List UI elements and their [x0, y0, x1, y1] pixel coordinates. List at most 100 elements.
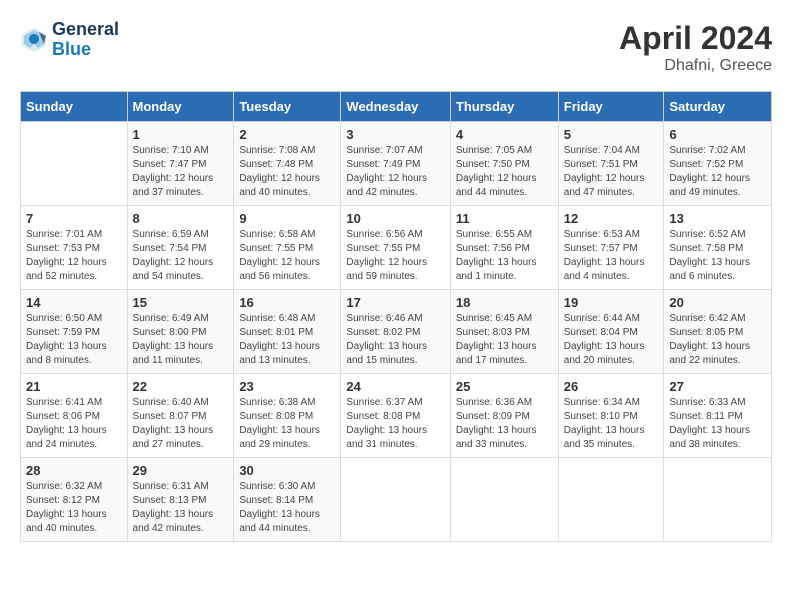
- day-header-row: SundayMondayTuesdayWednesdayThursdayFrid…: [21, 92, 772, 122]
- day-info: Sunrise: 6:37 AM Sunset: 8:08 PM Dayligh…: [346, 396, 444, 452]
- calendar-cell: 9Sunrise: 6:58 AM Sunset: 7:55 PM Daylig…: [234, 206, 341, 290]
- day-info: Sunrise: 6:44 AM Sunset: 8:04 PM Dayligh…: [564, 312, 659, 368]
- day-info: Sunrise: 6:30 AM Sunset: 8:14 PM Dayligh…: [239, 480, 335, 536]
- calendar-cell: 5 Sunrise: 7:04 AM Sunset: 7:51 PM Daylig…: [558, 122, 664, 206]
- day-number: 8: [133, 211, 229, 226]
- calendar-cell: [341, 458, 450, 542]
- day-number: 29: [133, 463, 229, 478]
- calendar-cell: 10 Sunrise: 6:56 AM Sunset: 7:55 PM Dayli…: [341, 206, 450, 290]
- day-number: 3: [346, 127, 444, 142]
- week-row-4: 21 Sunrise: 6:41 AM Sunset: 8:06 PM Dayli…: [21, 374, 772, 458]
- day-number: 22: [133, 379, 229, 394]
- day-info: Sunrise: 6:53 AM Sunset: 7:57 PM Dayligh…: [564, 228, 659, 284]
- calendar-cell: 4Sunrise: 7:05 AM Sunset: 7:50 PM Daylig…: [450, 122, 558, 206]
- day-info: Sunrise: 6:49 AM Sunset: 8:00 PM Dayligh…: [133, 312, 229, 368]
- title-block: April 2024 Dhafni, Greece: [619, 20, 772, 75]
- calendar-cell: 21 Sunrise: 6:41 AM Sunset: 8:06 PM Dayli…: [21, 374, 128, 458]
- day-info: Sunrise: 6:40 AM Sunset: 8:07 PM Dayligh…: [133, 396, 229, 452]
- logo-text: General Blue: [52, 20, 119, 60]
- day-number: 30: [239, 463, 335, 478]
- week-row-1: 1 Sunrise: 7:10 AM Sunset: 7:47 PM Daylig…: [21, 122, 772, 206]
- calendar-cell: [21, 122, 128, 206]
- day-number: 17: [346, 295, 444, 310]
- day-number: 1: [133, 127, 229, 142]
- day-header-friday: Friday: [558, 92, 664, 122]
- day-info: Sunrise: 6:56 AM Sunset: 7:55 PM Dayligh…: [346, 228, 444, 284]
- day-info: Sunrise: 7:02 AM Sunset: 7:52 PM Dayligh…: [669, 144, 766, 200]
- calendar-cell: 2 Sunrise: 7:08 AM Sunset: 7:48 PM Daylig…: [234, 122, 341, 206]
- day-header-tuesday: Tuesday: [234, 92, 341, 122]
- logo-icon: [20, 26, 48, 54]
- day-info: Sunrise: 6:50 AM Sunset: 7:59 PM Dayligh…: [26, 312, 122, 368]
- day-number: 23: [239, 379, 335, 394]
- day-info: Sunrise: 7:04 AM Sunset: 7:51 PM Dayligh…: [564, 144, 659, 200]
- day-info: Sunrise: 6:59 AM Sunset: 7:54 PM Dayligh…: [133, 228, 229, 284]
- day-number: 25: [456, 379, 553, 394]
- day-number: 18: [456, 295, 553, 310]
- day-info: Sunrise: 6:41 AM Sunset: 8:06 PM Dayligh…: [26, 396, 122, 452]
- page-header: General Blue April 2024 Dhafni, Greece: [20, 20, 772, 75]
- day-info: Sunrise: 7:05 AM Sunset: 7:50 PM Dayligh…: [456, 144, 553, 200]
- day-number: 15: [133, 295, 229, 310]
- week-row-2: 7Sunrise: 7:01 AM Sunset: 7:53 PM Daylig…: [21, 206, 772, 290]
- day-number: 2: [239, 127, 335, 142]
- calendar-cell: 23 Sunrise: 6:38 AM Sunset: 8:08 PM Dayli…: [234, 374, 341, 458]
- day-info: Sunrise: 6:31 AM Sunset: 8:13 PM Dayligh…: [133, 480, 229, 536]
- day-number: 21: [26, 379, 122, 394]
- calendar-cell: [450, 458, 558, 542]
- day-info: Sunrise: 6:58 AM Sunset: 7:55 PM Dayligh…: [239, 228, 335, 284]
- day-info: Sunrise: 6:36 AM Sunset: 8:09 PM Dayligh…: [456, 396, 553, 452]
- day-info: Sunrise: 6:52 AM Sunset: 7:58 PM Dayligh…: [669, 228, 766, 284]
- day-number: 13: [669, 211, 766, 226]
- day-info: Sunrise: 6:55 AM Sunset: 7:56 PM Dayligh…: [456, 228, 553, 284]
- day-header-saturday: Saturday: [664, 92, 772, 122]
- day-info: Sunrise: 7:07 AM Sunset: 7:49 PM Dayligh…: [346, 144, 444, 200]
- calendar-cell: 17Sunrise: 6:46 AM Sunset: 8:02 PM Dayli…: [341, 290, 450, 374]
- logo-line1: General: [52, 20, 119, 40]
- calendar-cell: 22 Sunrise: 6:40 AM Sunset: 8:07 PM Dayli…: [127, 374, 234, 458]
- day-header-sunday: Sunday: [21, 92, 128, 122]
- day-number: 26: [564, 379, 659, 394]
- day-number: 5: [564, 127, 659, 142]
- day-number: 12: [564, 211, 659, 226]
- logo-line2: Blue: [52, 40, 119, 60]
- calendar-cell: 7Sunrise: 7:01 AM Sunset: 7:53 PM Daylig…: [21, 206, 128, 290]
- calendar-cell: 18 Sunrise: 6:45 AM Sunset: 8:03 PM Dayli…: [450, 290, 558, 374]
- day-number: 10: [346, 211, 444, 226]
- day-number: 24: [346, 379, 444, 394]
- day-info: Sunrise: 6:42 AM Sunset: 8:05 PM Dayligh…: [669, 312, 766, 368]
- day-info: Sunrise: 7:01 AM Sunset: 7:53 PM Dayligh…: [26, 228, 122, 284]
- day-number: 6: [669, 127, 766, 142]
- calendar-cell: [664, 458, 772, 542]
- day-info: Sunrise: 6:34 AM Sunset: 8:10 PM Dayligh…: [564, 396, 659, 452]
- day-header-monday: Monday: [127, 92, 234, 122]
- day-info: Sunrise: 7:08 AM Sunset: 7:48 PM Dayligh…: [239, 144, 335, 200]
- day-number: 20: [669, 295, 766, 310]
- day-number: 14: [26, 295, 122, 310]
- day-number: 16: [239, 295, 335, 310]
- day-number: 27: [669, 379, 766, 394]
- calendar-cell: 1 Sunrise: 7:10 AM Sunset: 7:47 PM Daylig…: [127, 122, 234, 206]
- calendar-cell: 16 Sunrise: 6:48 AM Sunset: 8:01 PM Dayli…: [234, 290, 341, 374]
- day-header-wednesday: Wednesday: [341, 92, 450, 122]
- day-info: Sunrise: 6:48 AM Sunset: 8:01 PM Dayligh…: [239, 312, 335, 368]
- calendar-cell: 12 Sunrise: 6:53 AM Sunset: 7:57 PM Dayli…: [558, 206, 664, 290]
- calendar-title: April 2024: [619, 20, 772, 57]
- calendar-cell: 28Sunrise: 6:32 AM Sunset: 8:12 PM Dayli…: [21, 458, 128, 542]
- day-header-thursday: Thursday: [450, 92, 558, 122]
- calendar-cell: 11 Sunrise: 6:55 AM Sunset: 7:56 PM Dayli…: [450, 206, 558, 290]
- calendar-subtitle: Dhafni, Greece: [619, 57, 772, 75]
- day-info: Sunrise: 6:32 AM Sunset: 8:12 PM Dayligh…: [26, 480, 122, 536]
- calendar-cell: 19 Sunrise: 6:44 AM Sunset: 8:04 PM Dayli…: [558, 290, 664, 374]
- day-number: 19: [564, 295, 659, 310]
- day-info: Sunrise: 7:10 AM Sunset: 7:47 PM Dayligh…: [133, 144, 229, 200]
- calendar-cell: 6 Sunrise: 7:02 AM Sunset: 7:52 PM Daylig…: [664, 122, 772, 206]
- day-info: Sunrise: 6:38 AM Sunset: 8:08 PM Dayligh…: [239, 396, 335, 452]
- calendar-cell: 26 Sunrise: 6:34 AM Sunset: 8:10 PM Dayli…: [558, 374, 664, 458]
- calendar-cell: 13 Sunrise: 6:52 AM Sunset: 7:58 PM Dayli…: [664, 206, 772, 290]
- day-info: Sunrise: 6:45 AM Sunset: 8:03 PM Dayligh…: [456, 312, 553, 368]
- day-number: 11: [456, 211, 553, 226]
- calendar-cell: 8 Sunrise: 6:59 AM Sunset: 7:54 PM Daylig…: [127, 206, 234, 290]
- week-row-3: 14 Sunrise: 6:50 AM Sunset: 7:59 PM Dayli…: [21, 290, 772, 374]
- calendar-cell: 15 Sunrise: 6:49 AM Sunset: 8:00 PM Dayli…: [127, 290, 234, 374]
